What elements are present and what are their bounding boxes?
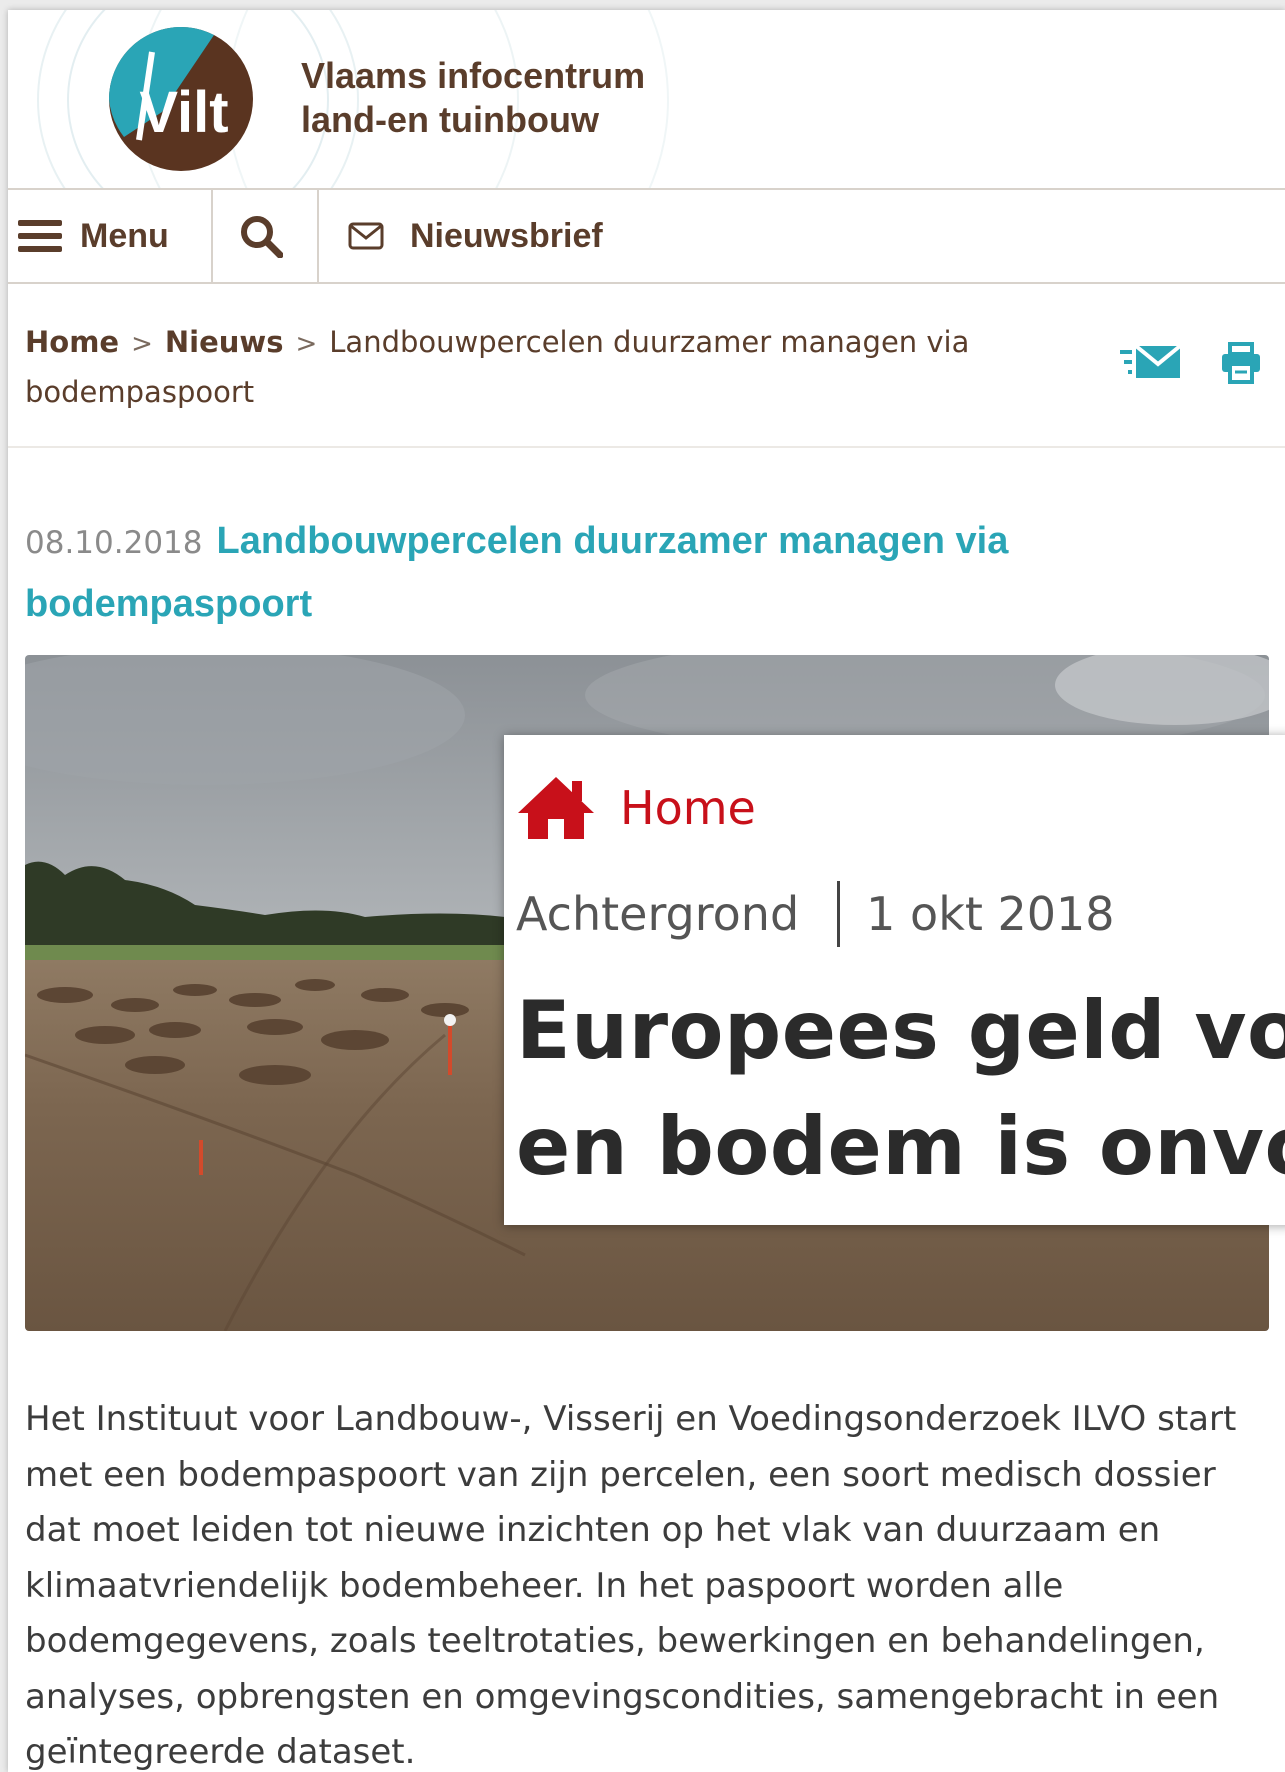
article-header: 08.10.2018 Landbouwpercelen duurzamer man…: [25, 513, 1225, 639]
article-date: 08.10.2018: [25, 525, 203, 561]
chevron-right-icon: >: [131, 329, 153, 359]
logo-text: Vilt: [139, 80, 228, 145]
toolbar-divider: [211, 190, 213, 282]
popup-meta: Achtergrond 1 okt 2018: [516, 881, 1115, 947]
site-header: Vilt Vlaams infocentrum land-en tuinbouw: [8, 10, 1285, 190]
mail-icon: [348, 222, 384, 250]
menu-label: Menu: [80, 216, 169, 255]
popup-headline[interactable]: Europees geld voo en bodem is onvol: [516, 973, 1285, 1205]
popup-meta-divider: [837, 881, 841, 947]
site-title-line1: Vlaams infocentrum: [301, 55, 646, 96]
divider: [8, 446, 1285, 448]
toolbar: Menu Nieuwsbrief: [8, 190, 1285, 284]
site-title-line2: land-en tuinbouw: [301, 99, 599, 140]
site-title[interactable]: Vlaams infocentrum land-en tuinbouw: [301, 54, 645, 142]
chevron-right-icon: >: [295, 329, 318, 359]
popup-headline-line2: en bodem is onvol: [516, 1100, 1285, 1193]
toolbar-divider: [317, 190, 319, 282]
print-icon[interactable]: [1220, 342, 1262, 384]
related-article-popup[interactable]: Home Achtergrond 1 okt 2018 Europees gel…: [504, 735, 1285, 1225]
home-icon: [518, 777, 594, 839]
breadcrumb-home[interactable]: Home: [25, 325, 119, 359]
search-button[interactable]: [239, 190, 283, 282]
breadcrumb-news[interactable]: Nieuws: [165, 325, 284, 359]
popup-date: 1 okt 2018: [866, 887, 1115, 941]
article-body: Het Instituut voor Landbouw-, Visserij e…: [25, 1399, 1237, 1772]
newsletter-label: Nieuwsbrief: [410, 216, 603, 255]
popup-headline-line1: Europees geld voo: [516, 984, 1285, 1077]
hamburger-icon: [18, 220, 62, 252]
popup-home-label: Home: [620, 781, 756, 835]
menu-button[interactable]: Menu: [18, 190, 169, 282]
page: Vilt Vlaams infocentrum land-en tuinbouw…: [8, 10, 1285, 1772]
share-mail-icon[interactable]: [1120, 342, 1182, 382]
popup-home-link[interactable]: Home: [516, 775, 756, 841]
vilt-logo[interactable]: Vilt: [104, 22, 258, 176]
newsletter-button[interactable]: Nieuwsbrief: [348, 190, 603, 282]
search-icon: [241, 216, 283, 258]
breadcrumb: Home > Nieuws > Landbouwpercelen duurzamer m…: [25, 318, 1025, 416]
popup-category: Achtergrond: [516, 887, 800, 941]
